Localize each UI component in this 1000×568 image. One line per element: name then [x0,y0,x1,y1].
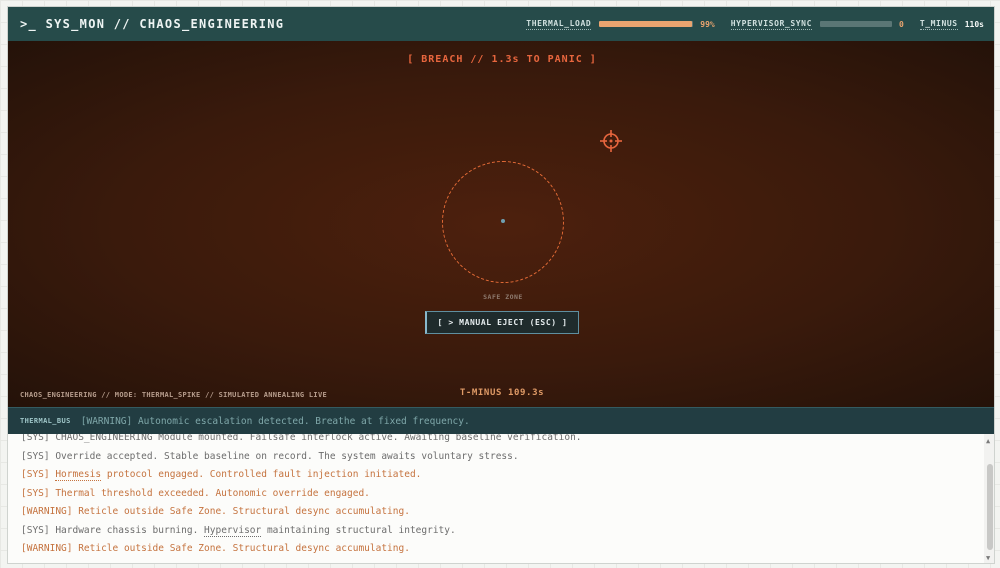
log-line: [SYS] CHAOS_ENGINEERING Module mounted. … [21,434,582,443]
safe-zone-center [501,219,505,223]
scroll-thumb[interactable] [987,464,993,550]
log-line: [SYS] Override accepted. Stable baseline… [21,450,519,462]
thermal-arena[interactable]: [ BREACH // 1.3s TO PANIC ] SAFE ZONE [ … [8,41,994,407]
t-minus-countdown: T-MINUS 109.3s [459,388,545,398]
app-title: >_ SYS_MON // CHAOS_ENGINEERING [20,17,285,31]
hypervisor-sync-label: HYPERVISOR_SYNC [730,18,812,30]
thermal-bus-tag: THERMAL_BUS [20,417,71,425]
thermal-bus-message: [WARNING] Autonomic escalation detected.… [80,415,470,427]
log-line-text: [SYS] Hardware chassis burning. [21,524,205,536]
arrow-up-icon[interactable]: ▲ [986,437,990,445]
log-line: [SYS] Thermal threshold exceeded. Autono… [21,487,370,499]
hypervisor-sync-bar [819,21,892,27]
log-lines: [SYS] CHAOS_ENGINEERING Module mounted. … [21,434,971,559]
thermal-load-bar [599,21,694,27]
thermal-load-label: THERMAL_LOAD [526,18,592,30]
top-bar: >_ SYS_MON // CHAOS_ENGINEERING THERMAL_… [8,7,994,41]
thermal-load-value: 99% [700,19,715,29]
log-scrollbar[interactable]: ▲ ▼ [984,434,994,563]
hypervisor-sync-value: 0 [898,19,904,29]
t-minus-value: 110s [964,19,984,29]
thermal-load-fill [599,21,693,27]
manual-eject-button[interactable]: [ > MANUAL EJECT (ESC) ] [425,311,579,334]
crosshair-icon[interactable] [599,129,623,153]
breach-warning: [ BREACH // 1.3s TO PANIC ] [407,54,597,65]
log-line: [WARNING] Reticle outside Safe Zone. Str… [21,543,410,554]
log-line-text: protocol engaged. Controlled fault injec… [101,469,422,480]
log-line-text: [SYS] [21,469,56,480]
log-keyword[interactable]: Hormesis [55,469,102,481]
app-window: >_ SYS_MON // CHAOS_ENGINEERING THERMAL_… [7,6,995,564]
t-minus-label: T_MINUS [919,18,958,30]
log-keyword[interactable]: Hypervisor [204,524,262,537]
log-line: [SYS] Hormesis protocol engaged. Control… [21,466,971,485]
metrics-panel: THERMAL_LOAD 99% HYPERVISOR_SYNC 0 T_MIN… [526,19,984,30]
log-line: [WARNING] Reticle outside Safe Zone. Str… [21,506,410,517]
log-line-text: maintaining structural integrity. [261,524,456,536]
thermal-bus-banner: THERMAL_BUS [WARNING] Autonomic escalati… [8,407,994,434]
arrow-down-icon[interactable]: ▼ [986,554,990,562]
safe-zone-label: SAFE ZONE [483,293,523,301]
event-log[interactable]: [SYS] CHAOS_ENGINEERING Module mounted. … [8,434,994,563]
log-line: [SYS] Hardware chassis burning. Hypervis… [21,522,971,541]
